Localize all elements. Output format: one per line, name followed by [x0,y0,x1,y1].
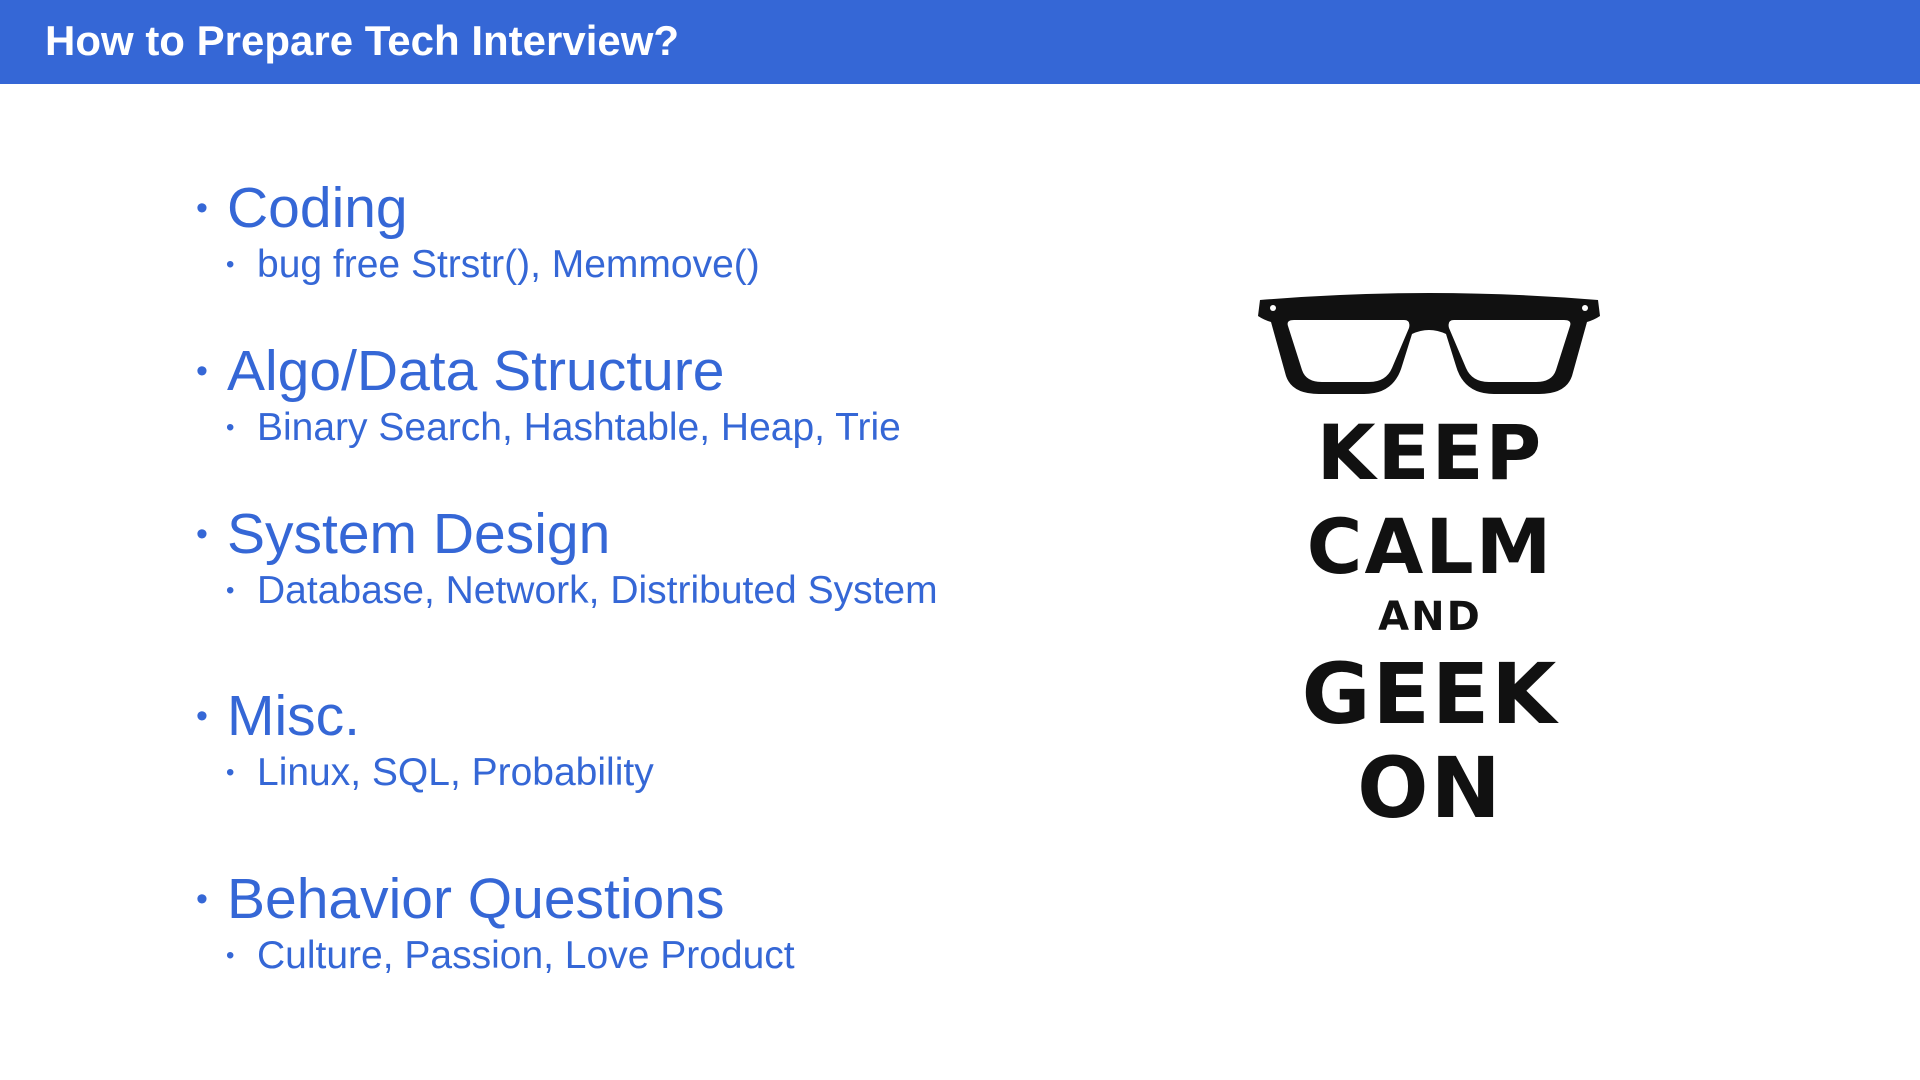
sub-bullet-dot-icon: • [226,759,235,786]
sub-bullet-dot-icon: • [226,251,235,278]
poster-line-and: AND [1378,594,1482,640]
bullet-item-misc: • Misc. • Linux, SQL, Probability [196,683,654,797]
sub-bullet-dot-icon: • [226,942,235,969]
sub-bullet-text: Binary Search, Hashtable, Heap, Trie [257,406,901,449]
sub-bullet-text: Linux, SQL, Probability [257,751,654,794]
sub-bullet-text: Culture, Passion, Love Product [257,934,795,977]
sub-bullet: • Culture, Passion, Love Product [226,932,795,980]
sub-bullet-dot-icon: • [226,414,235,441]
bullet-heading-text: Misc. [227,684,360,748]
bullet-heading: • Misc. [196,683,654,749]
poster-line-calm: CALM [1306,502,1554,591]
bullet-heading: • Behavior Questions [196,866,795,932]
sub-bullet-dot-icon: • [226,577,235,604]
bullet-dot-icon: • [196,697,208,735]
sub-bullet-text: Database, Network, Distributed System [257,569,938,612]
bullet-dot-icon: • [196,515,208,553]
bullet-dot-icon: • [196,352,208,390]
sub-bullet: • bug free Strstr(), Memmove() [226,241,760,289]
sub-bullet: • Binary Search, Hashtable, Heap, Trie [226,404,901,452]
poster-line-on: ON [1357,739,1503,837]
bullet-heading: • Coding [196,175,760,241]
bullet-item-behavior-questions: • Behavior Questions • Culture, Passion,… [196,866,795,980]
poster-line-geek: GEEK [1301,645,1559,743]
bullet-list: • Coding • bug free Strstr(), Memmove() … [0,0,1100,1080]
bullet-heading-text: System Design [227,502,611,566]
bullet-heading: • System Design [196,501,938,567]
bullet-item-algo-data-structure: • Algo/Data Structure • Binary Search, H… [196,338,901,452]
sub-bullet-text: bug free Strstr(), Memmove() [257,243,760,286]
glasses-icon [1258,293,1600,394]
keep-calm-poster: KEEP CALM AND GEEK ON [1230,280,1630,840]
bullet-heading-text: Algo/Data Structure [227,339,725,403]
bullet-dot-icon: • [196,880,208,918]
sub-bullet: • Linux, SQL, Probability [226,749,654,797]
bullet-heading-text: Coding [227,176,408,240]
sub-bullet: • Database, Network, Distributed System [226,567,938,615]
poster-line-keep: KEEP [1316,408,1544,497]
bullet-item-coding: • Coding • bug free Strstr(), Memmove() [196,175,760,289]
bullet-heading: • Algo/Data Structure [196,338,901,404]
bullet-heading-text: Behavior Questions [227,867,725,931]
bullet-item-system-design: • System Design • Database, Network, Dis… [196,501,938,615]
bullet-dot-icon: • [196,189,208,227]
